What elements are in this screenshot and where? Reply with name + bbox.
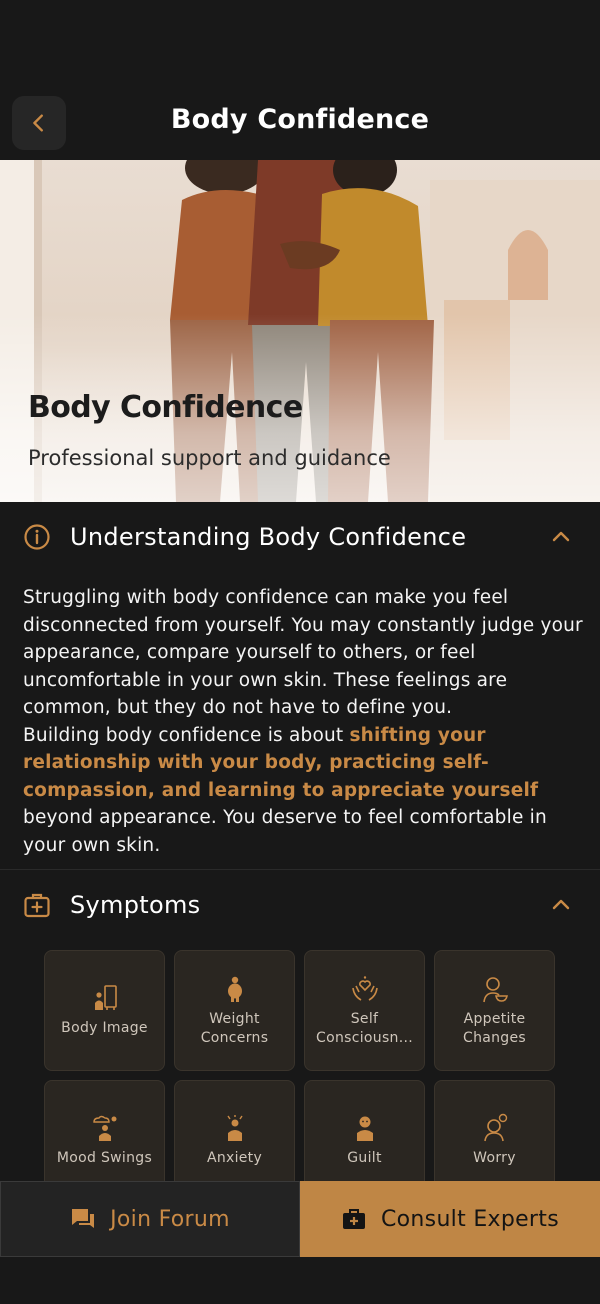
person-weight-icon bbox=[227, 976, 242, 1002]
paragraph-2-start: Building body confidence is about bbox=[23, 724, 350, 746]
symptoms-section-header[interactable]: Symptoms bbox=[0, 870, 600, 940]
hero-banner: Body Confidence Professional support and… bbox=[0, 160, 600, 502]
symptoms-grid: Body Image Weight Concerns Self Consciou… bbox=[44, 950, 556, 1201]
join-forum-button[interactable]: Join Forum bbox=[0, 1181, 300, 1257]
guilt-person-icon bbox=[356, 1116, 373, 1141]
medical-kit-icon bbox=[24, 893, 50, 918]
consult-experts-button[interactable]: Consult Experts bbox=[300, 1181, 600, 1257]
person-bowl-icon bbox=[482, 976, 508, 1002]
mood-cloud-icon bbox=[92, 1115, 116, 1141]
symptom-label: Appetite Changes bbox=[463, 1010, 526, 1046]
symptom-label: Mood Swings bbox=[56, 1150, 153, 1166]
understanding-title: Understanding Body Confidence bbox=[70, 523, 467, 551]
symptom-label: Worry bbox=[473, 1150, 516, 1166]
chevron-up-icon[interactable] bbox=[550, 526, 572, 548]
understanding-paragraph-1: Struggling with body confidence can make… bbox=[23, 587, 583, 718]
symptom-card-appetite-changes[interactable]: Appetite Changes bbox=[434, 950, 555, 1071]
app-header: Body Confidence bbox=[0, 0, 600, 160]
symptom-label: Body Image bbox=[61, 1020, 148, 1036]
symptom-label: Anxiety bbox=[206, 1150, 263, 1166]
forum-icon bbox=[72, 1209, 95, 1228]
medical-bag-icon bbox=[343, 1209, 366, 1229]
hands-heart-icon bbox=[351, 975, 378, 1001]
anxious-person-icon bbox=[226, 1115, 243, 1141]
understanding-paragraph-2: Building body confidence is about shifti… bbox=[23, 722, 583, 860]
bottom-action-bar: Join Forum Consult Experts bbox=[0, 1181, 600, 1257]
hero-subtitle: Professional support and guidance bbox=[28, 446, 391, 470]
symptoms-title: Symptoms bbox=[70, 891, 201, 919]
worried-person-icon bbox=[483, 1113, 507, 1142]
info-icon bbox=[24, 524, 50, 550]
chevron-up-icon[interactable] bbox=[550, 894, 572, 916]
symptom-label: Weight Concerns bbox=[200, 1010, 269, 1046]
symptom-card-weight-concerns[interactable]: Weight Concerns bbox=[174, 950, 295, 1071]
mirror-person-icon bbox=[94, 985, 117, 1010]
symptom-card-body-image[interactable]: Body Image bbox=[44, 950, 165, 1071]
consult-experts-label: Consult Experts bbox=[381, 1206, 559, 1232]
paragraph-2-end: beyond appearance. You deserve to feel c… bbox=[23, 807, 547, 856]
symptom-label: Self Consciousn... bbox=[316, 1010, 413, 1046]
understanding-section-header[interactable]: Understanding Body Confidence bbox=[0, 502, 600, 572]
join-forum-label: Join Forum bbox=[110, 1206, 230, 1232]
symptom-label: Guilt bbox=[347, 1150, 382, 1166]
understanding-body: Struggling with body confidence can make… bbox=[23, 584, 583, 859]
page-title: Body Confidence bbox=[170, 104, 430, 135]
hero-title: Body Confidence bbox=[28, 390, 303, 425]
symptom-card-self-consciousness[interactable]: Self Consciousn... bbox=[304, 950, 425, 1071]
